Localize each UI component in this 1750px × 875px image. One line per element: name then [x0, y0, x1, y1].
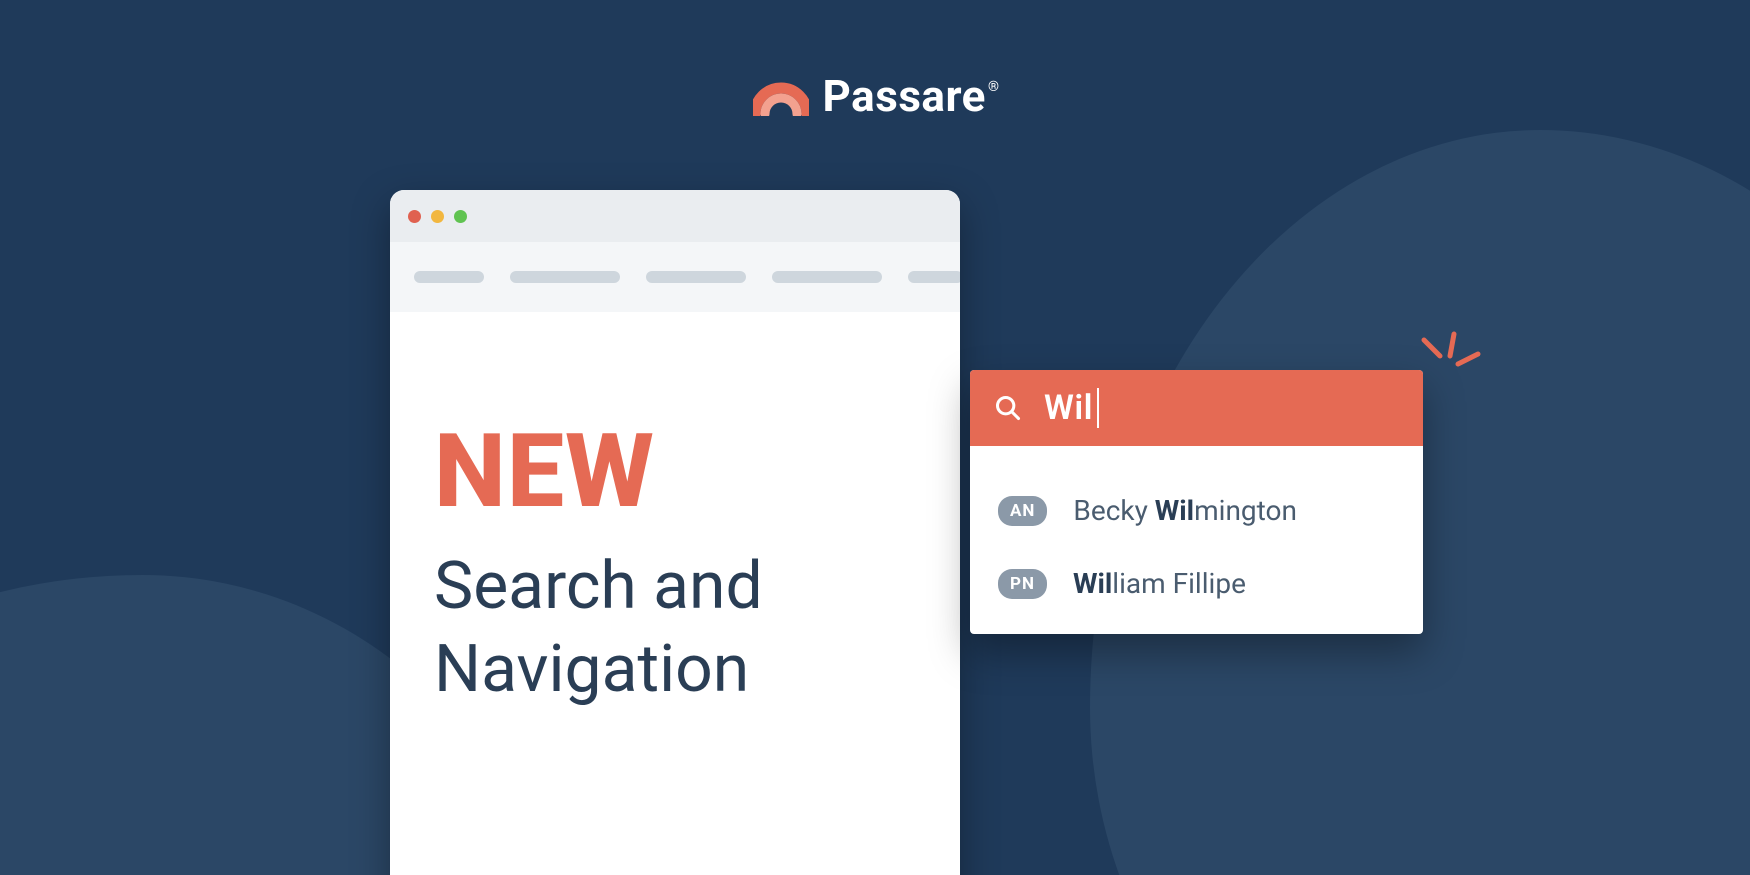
search-bar[interactable]: Wil	[970, 370, 1423, 446]
browser-toolbar	[390, 242, 960, 312]
window-maximize-dot[interactable]	[454, 210, 467, 223]
search-popover: Wil AN Becky Wilmington PN William Filli…	[970, 370, 1423, 634]
result-name-pre: Becky	[1073, 494, 1154, 527]
result-type-badge: AN	[998, 496, 1047, 526]
headline-line-2: Navigation	[434, 631, 749, 708]
window-titlebar	[390, 190, 960, 242]
result-name: William Fillipe	[1073, 567, 1246, 600]
search-icon	[994, 394, 1022, 422]
headline-text: Search and Navigation	[434, 546, 916, 711]
search-results: AN Becky Wilmington PN William Fillipe	[970, 446, 1423, 634]
toolbar-placeholder	[908, 271, 960, 283]
brand-name: Passare®	[823, 70, 998, 122]
text-cursor	[1097, 388, 1099, 428]
window-minimize-dot[interactable]	[431, 210, 444, 223]
result-name-match: Wil	[1155, 494, 1194, 527]
window-close-dot[interactable]	[408, 210, 421, 223]
toolbar-placeholder	[414, 271, 484, 283]
result-name-match: Wil	[1073, 567, 1112, 600]
sparkle-accent-icon	[1414, 330, 1484, 400]
search-result-item[interactable]: AN Becky Wilmington	[970, 474, 1423, 547]
headline-line-1: Search and	[434, 548, 763, 625]
headline-badge: NEW	[434, 420, 916, 522]
registered-mark: ®	[988, 79, 1000, 95]
toolbar-placeholder	[772, 271, 882, 283]
result-name: Becky Wilmington	[1073, 494, 1297, 527]
brand-name-text: Passare	[823, 70, 986, 122]
result-name-post: liam Fillipe	[1112, 567, 1246, 600]
browser-body: NEW Search and Navigation	[390, 312, 960, 711]
toolbar-placeholder	[510, 271, 620, 283]
toolbar-placeholder	[646, 271, 746, 283]
search-result-item[interactable]: PN William Fillipe	[970, 547, 1423, 620]
result-name-post: mington	[1194, 494, 1297, 527]
passare-arch-icon	[753, 76, 809, 116]
search-input[interactable]: Wil	[1044, 388, 1099, 428]
browser-window-mock: NEW Search and Navigation	[390, 190, 960, 875]
brand-logo: Passare®	[0, 70, 1750, 122]
result-type-badge: PN	[998, 569, 1047, 599]
search-query-text: Wil	[1044, 388, 1093, 428]
